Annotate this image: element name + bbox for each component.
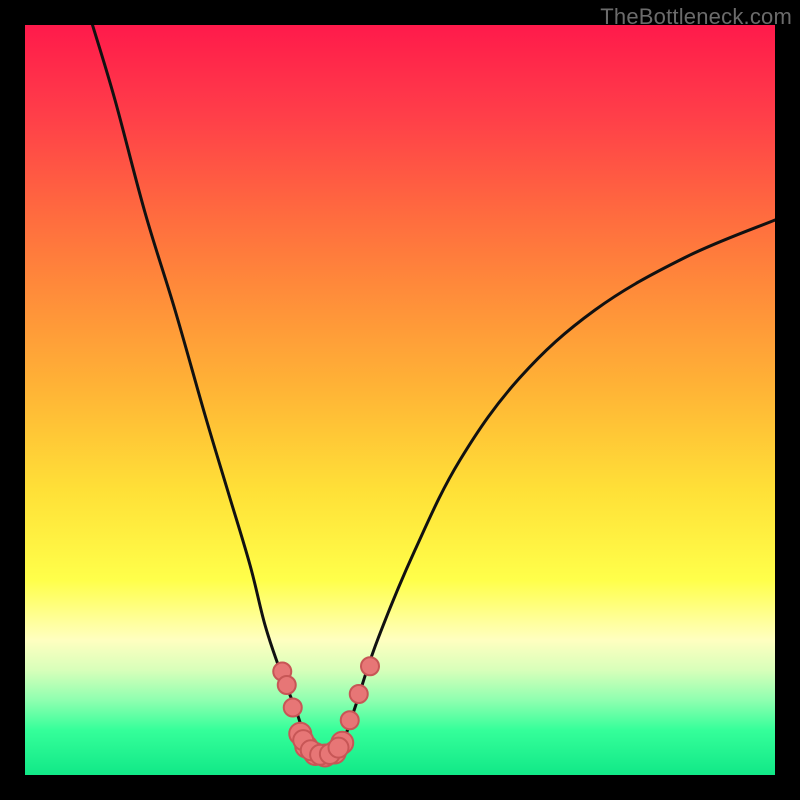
chart-plot-area xyxy=(25,25,775,775)
marker-left-side xyxy=(284,699,302,717)
curve-left-branch xyxy=(93,25,311,753)
curve-markers xyxy=(273,657,379,766)
marker-right-side xyxy=(341,711,359,729)
marker-valley xyxy=(329,738,349,758)
curve-right-branch xyxy=(340,220,775,753)
marker-right-side xyxy=(350,685,368,703)
marker-left-side xyxy=(278,676,296,694)
marker-right-side xyxy=(361,657,379,675)
chart-svg xyxy=(25,25,775,775)
